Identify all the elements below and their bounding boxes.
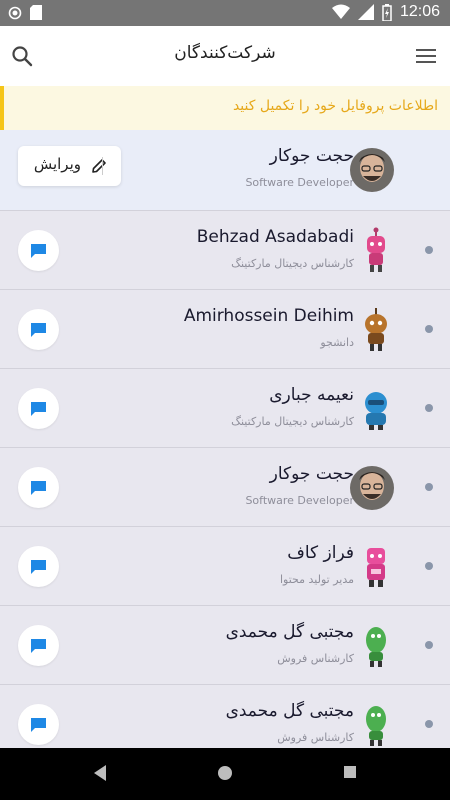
robot-avatar <box>367 548 385 587</box>
menu-icon[interactable] <box>414 46 438 66</box>
chat-icon <box>31 481 46 495</box>
participant-role: کارشناس دیجیتال مارکتینگ <box>231 257 354 270</box>
list-item[interactable]: Amirhossein Deihim دانشجو <box>0 290 450 369</box>
avatar <box>350 466 394 510</box>
chat-icon <box>31 402 46 416</box>
list-item[interactable]: فراز کاف مدیر تولید محتوا <box>0 527 450 606</box>
pencil-icon <box>92 159 106 173</box>
online-dot <box>425 325 433 333</box>
edit-label: ویرایش <box>33 155 81 173</box>
participant-name: فراز کاف <box>287 543 354 563</box>
online-dot <box>425 404 433 412</box>
chat-icon <box>31 639 46 653</box>
divider <box>102 157 103 175</box>
robot-avatar <box>366 706 386 746</box>
online-dot <box>425 246 433 254</box>
participant-name: حجت جوکار <box>269 464 354 484</box>
participant-name: حجت جوکار <box>269 146 354 166</box>
home-icon[interactable] <box>216 764 234 782</box>
robot-avatar <box>366 627 386 667</box>
list-item[interactable]: مجتبی گل محمدی کارشناس فروش <box>0 606 450 685</box>
chat-button[interactable] <box>18 309 59 350</box>
page-title: شرکت‌کنندگان <box>174 43 276 63</box>
robot-avatar <box>365 308 387 351</box>
chat-icon <box>31 244 46 258</box>
my-profile-row[interactable]: ویرایش حجت جوکار Software Developer <box>0 130 450 211</box>
edit-profile-button[interactable]: ویرایش <box>18 146 121 186</box>
list-item[interactable]: نعیمه جباری کارشناس دیجیتال مارکتینگ <box>0 369 450 448</box>
chat-button[interactable] <box>18 230 59 271</box>
navigation-bar <box>0 748 450 800</box>
list-item[interactable]: Behzad Asadabadi کارشناس دیجیتال مارکتین… <box>0 211 450 290</box>
battery-charging-icon <box>382 3 392 21</box>
chat-icon <box>31 323 46 337</box>
complete-profile-banner[interactable]: اطلاعات پروفایل خود را تکمیل کنید <box>0 86 450 130</box>
signal-icon <box>357 4 374 20</box>
participant-role: Software Developer <box>245 494 354 507</box>
sd-card-icon <box>30 5 42 20</box>
participant-name: مجتبی گل محمدی <box>225 701 354 721</box>
participant-role: مدیر تولید محتوا <box>279 573 354 586</box>
clock: 12:06 <box>399 3 440 20</box>
chat-button[interactable] <box>18 467 59 508</box>
online-dot <box>425 483 433 491</box>
status-bar: 12:06 <box>0 0 450 26</box>
participant-name: Behzad Asadabadi <box>196 227 354 247</box>
list-item[interactable]: مجتبی گل محمدی کارشناس فروش <box>0 685 450 748</box>
participant-name: مجتبی گل محمدی <box>225 622 354 642</box>
avatar <box>350 148 394 192</box>
banner-text: اطلاعات پروفایل خود را تکمیل کنید <box>232 98 438 114</box>
robot-avatar <box>365 392 387 430</box>
circle-icon <box>8 6 22 19</box>
chat-button[interactable] <box>18 388 59 429</box>
participant-role: دانشجو <box>320 336 354 349</box>
back-icon[interactable] <box>92 764 108 782</box>
participant-role: کارشناس فروش <box>277 652 354 665</box>
participant-role: Software Developer <box>245 176 354 189</box>
chat-icon <box>31 560 46 574</box>
participant-role: کارشناس فروش <box>277 731 354 744</box>
chat-button[interactable] <box>18 704 59 745</box>
online-dot <box>425 720 433 728</box>
robot-avatar <box>367 227 385 272</box>
list-item[interactable]: حجت جوکار Software Developer <box>0 448 450 527</box>
chat-button[interactable] <box>18 546 59 587</box>
participant-role: کارشناس دیجیتال مارکتینگ <box>231 415 354 428</box>
chat-icon <box>31 718 46 732</box>
wifi-icon <box>331 4 350 19</box>
chat-button[interactable] <box>18 625 59 666</box>
recents-icon[interactable] <box>342 764 358 780</box>
participant-name: Amirhossein Deihim <box>183 306 354 326</box>
participants-list[interactable]: ویرایش حجت جوکار Software Developer Behz… <box>0 130 450 748</box>
online-dot <box>425 641 433 649</box>
app-bar: شرکت‌کنندگان <box>0 26 450 86</box>
online-dot <box>425 562 433 570</box>
participant-name: نعیمه جباری <box>269 385 354 405</box>
